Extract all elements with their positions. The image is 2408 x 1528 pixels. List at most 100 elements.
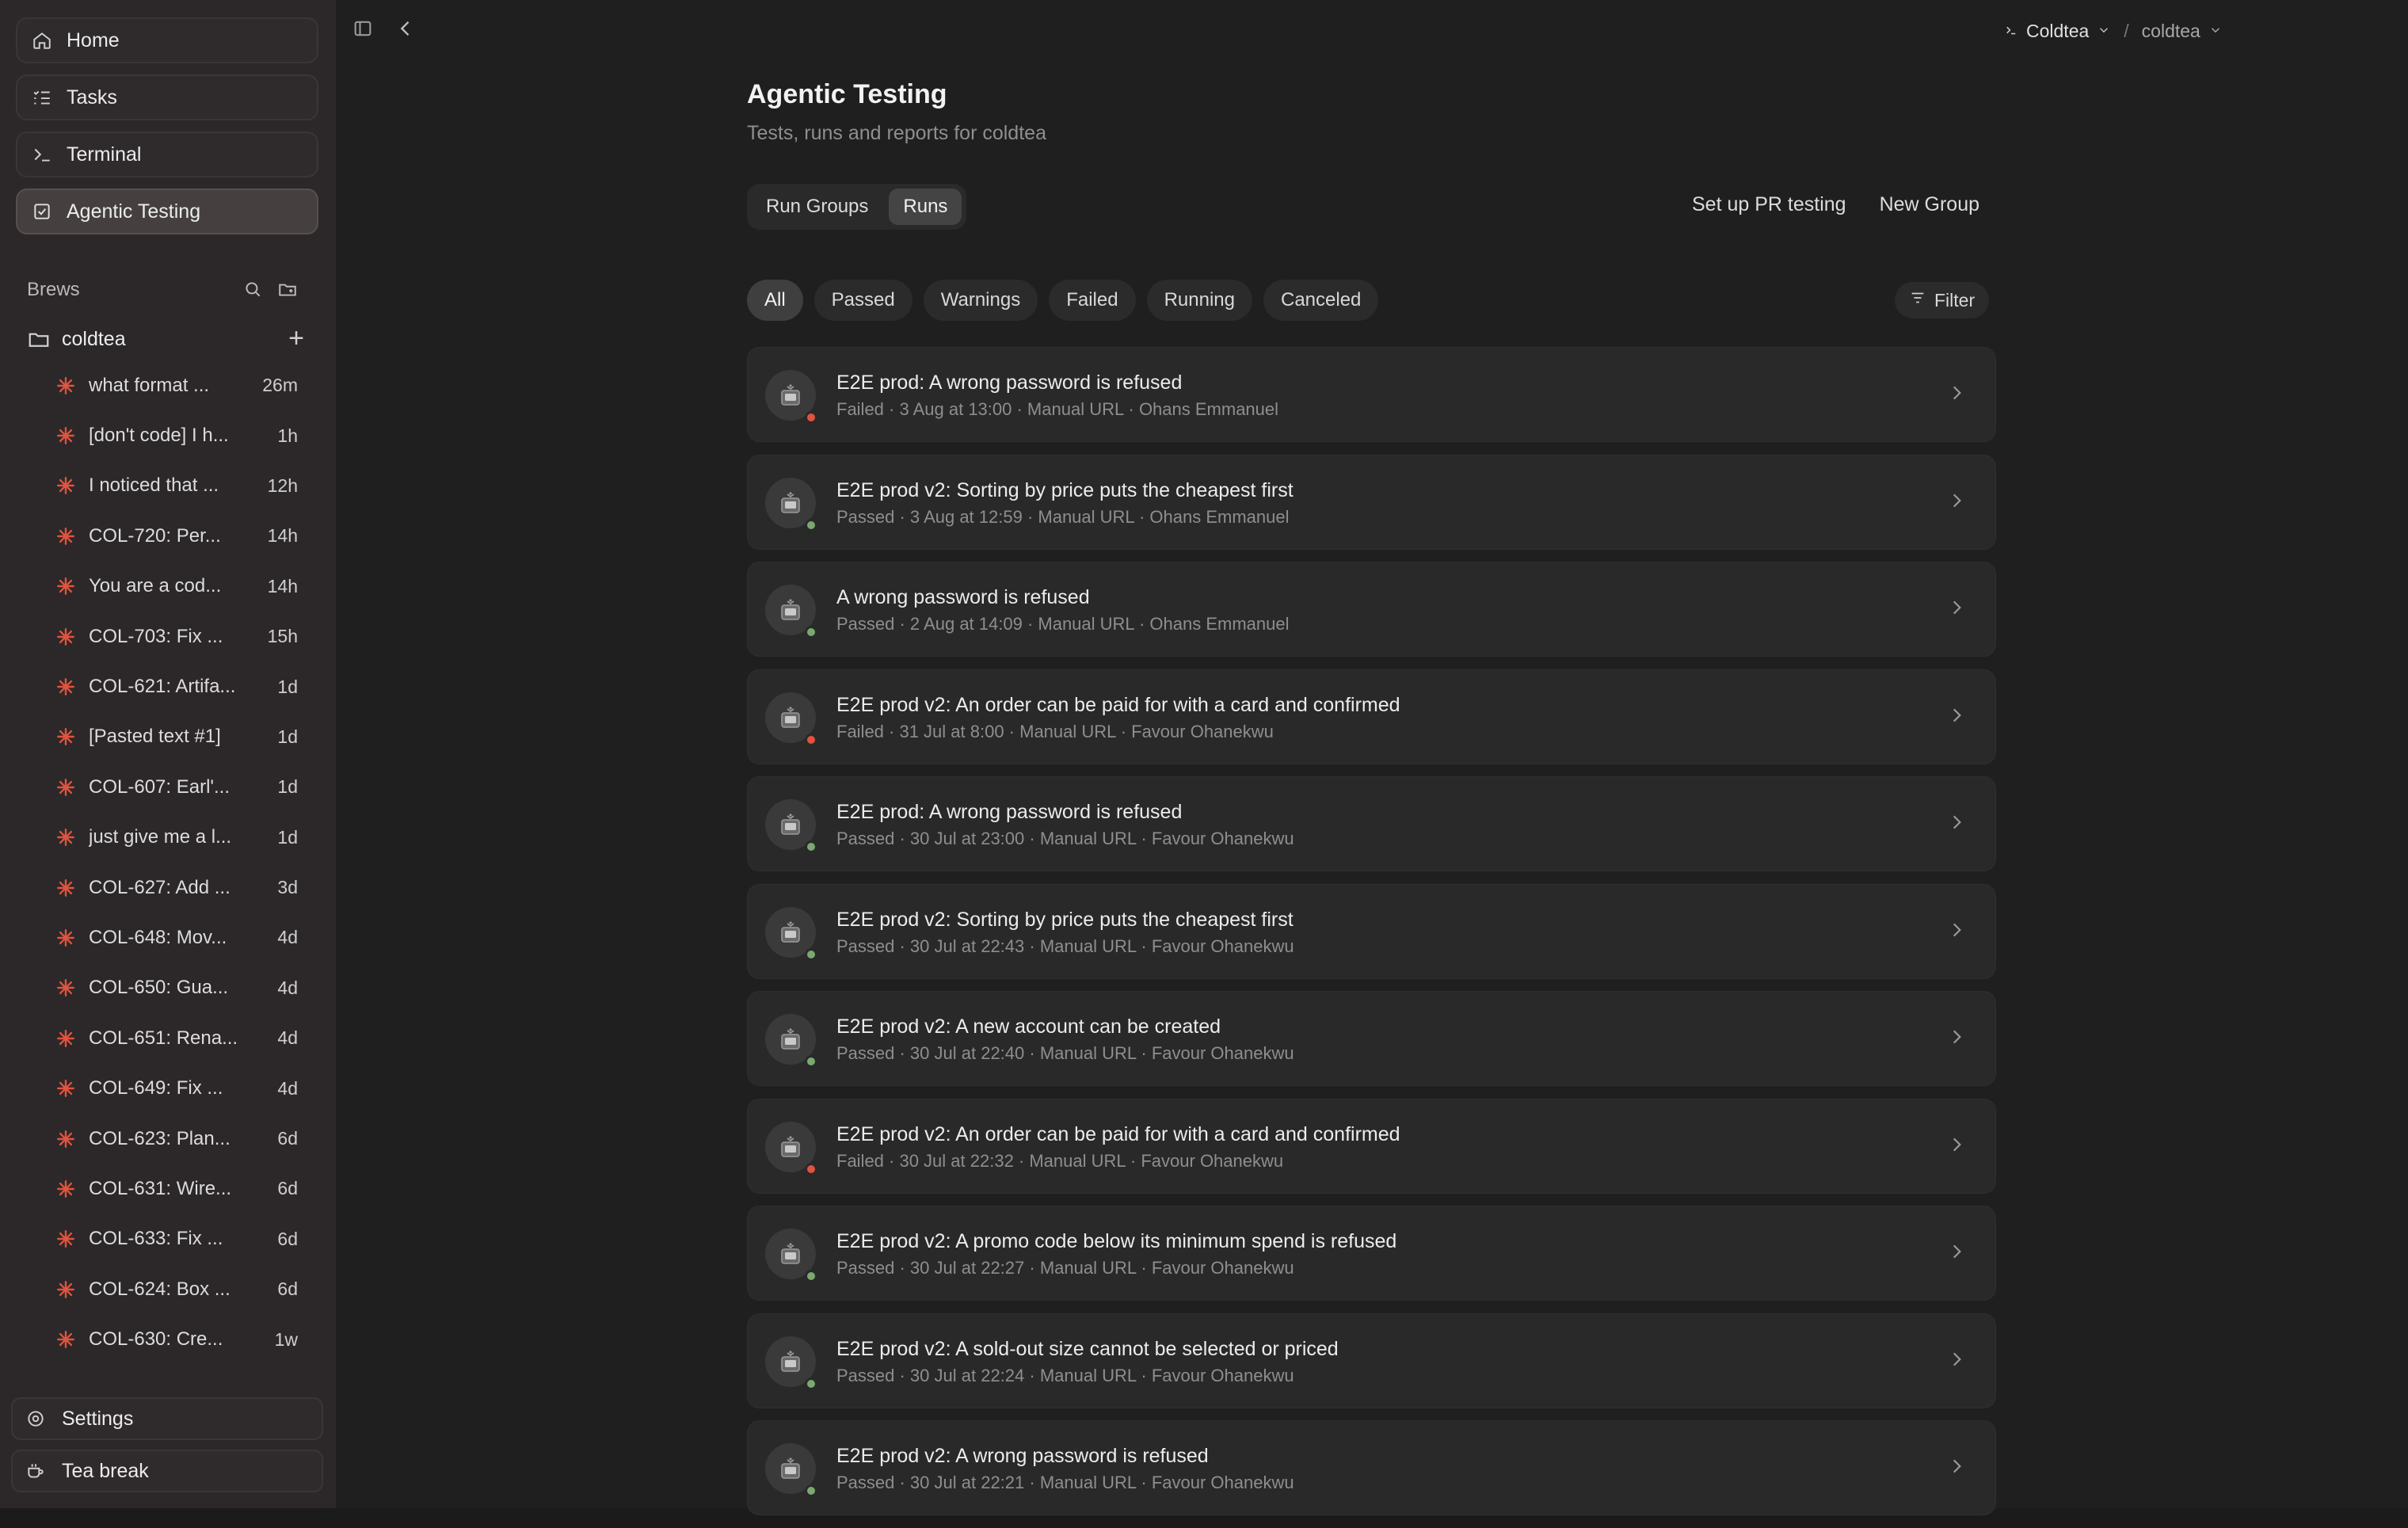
nav-home-label: Home (67, 29, 120, 51)
nav-home[interactable]: Home (16, 17, 318, 63)
spark-icon (55, 928, 76, 948)
run-row[interactable]: E2E prod: A wrong password is refused Pas… (747, 776, 1996, 871)
run-row[interactable]: E2E prod v2: A new account can be create… (747, 991, 1996, 1086)
page-title: Agentic Testing (747, 79, 947, 109)
brew-item[interactable]: just give me a l... 1d (0, 813, 336, 863)
run-meta: Passed · 3 Aug at 12:59 · Manual URL · O… (836, 506, 1290, 527)
run-title: E2E prod: A wrong password is refused (836, 372, 1183, 394)
segment-run-groups[interactable]: Run Groups (752, 189, 882, 225)
brew-age: 4d (277, 977, 298, 998)
chip-failed[interactable]: Failed (1049, 280, 1136, 321)
search-icon[interactable] (242, 279, 263, 303)
checkbox-icon (30, 200, 54, 223)
status-dot (805, 1270, 817, 1282)
tea-break-button[interactable]: Tea break (11, 1450, 323, 1492)
nav-terminal-label: Terminal (67, 143, 142, 166)
status-filter-chips: All Passed Warnings Failed Running Cance… (747, 280, 1379, 321)
brew-title: just give me a l... (89, 826, 232, 848)
run-row[interactable]: A wrong password is refused Passed · 2 Au… (747, 562, 1996, 657)
brew-item[interactable]: what format ... 26m (0, 360, 336, 410)
brew-item[interactable]: COL-623: Plan... 6d (0, 1114, 336, 1164)
brew-item[interactable]: COL-720: Per... 14h (0, 511, 336, 561)
chevron-down-icon[interactable] (2208, 21, 2223, 42)
segment-runs[interactable]: Runs (889, 189, 962, 225)
nav-agentic-testing[interactable]: Agentic Testing (16, 189, 318, 234)
run-row[interactable]: E2E prod: A wrong password is refused Fai… (747, 347, 1996, 442)
settings-label: Settings (62, 1407, 134, 1430)
run-meta: Failed · 30 Jul at 22:32 · Manual URL · … (836, 1150, 1284, 1171)
chevron-right-icon (1946, 490, 1967, 511)
chevron-right-icon (1946, 1349, 1967, 1370)
nav-terminal[interactable]: Terminal (16, 131, 318, 177)
run-meta: Passed · 30 Jul at 22:40 · Manual URL · … (836, 1043, 1294, 1063)
chevron-right-icon (1946, 920, 1967, 940)
brew-item[interactable]: COL-627: Add ... 3d (0, 863, 336, 913)
brew-age: 26m (262, 375, 298, 396)
filter-label: Filter (1934, 289, 1976, 311)
new-group-button[interactable]: New Group (1880, 193, 1979, 216)
filter-button[interactable]: Filter (1895, 282, 1990, 318)
spark-icon (55, 777, 76, 798)
run-row[interactable]: E2E prod v2: Sorting by price puts the c… (747, 454, 1996, 550)
brew-age: 1d (277, 776, 298, 798)
brew-title: I noticed that ... (89, 474, 219, 497)
brew-item[interactable]: COL-648: Mov... 4d (0, 913, 336, 962)
add-brew-button[interactable]: + (288, 325, 304, 352)
brew-item[interactable]: COL-631: Wire... 6d (0, 1164, 336, 1214)
brew-item[interactable]: COL-630: Cre... 1w (0, 1314, 336, 1364)
chip-running[interactable]: Running (1146, 280, 1252, 321)
new-folder-icon[interactable] (277, 279, 298, 303)
brew-item[interactable]: COL-703: Fix ... 15h (0, 612, 336, 661)
chevron-down-icon[interactable] (2097, 21, 2111, 42)
run-row[interactable]: E2E prod v2: An order can be paid for wi… (747, 1098, 1996, 1194)
brew-item[interactable]: COL-649: Fix ... 4d (0, 1063, 336, 1113)
brew-title: COL-703: Fix ... (89, 625, 223, 647)
brew-item[interactable]: COL-651: Rena... 4d (0, 1013, 336, 1063)
run-row[interactable]: E2E prod v2: A promo code below its mini… (747, 1206, 1996, 1301)
brew-title: COL-621: Artifa... (89, 676, 236, 698)
folder-row[interactable]: coldtea + (27, 323, 304, 355)
settings-button[interactable]: Settings (11, 1397, 323, 1440)
run-title: A wrong password is refused (836, 586, 1090, 608)
run-row[interactable]: E2E prod v2: Sorting by price puts the c… (747, 883, 1996, 979)
run-meta: Passed · 30 Jul at 22:24 · Manual URL · … (836, 1365, 1294, 1385)
brew-item[interactable]: COL-624: Box ... 6d (0, 1264, 336, 1314)
brew-age: 4d (277, 1077, 298, 1099)
chevron-right-icon (1946, 1027, 1967, 1047)
org-name[interactable]: Coldtea (2026, 21, 2089, 42)
brew-age: 1d (277, 826, 298, 848)
run-row[interactable]: E2E prod v2: A sold-out size cannot be s… (747, 1313, 1996, 1408)
brew-age: 6d (277, 1278, 298, 1300)
run-row[interactable]: E2E prod v2: An order can be paid for wi… (747, 669, 1996, 764)
brew-item[interactable]: COL-621: Artifa... 1d (0, 661, 336, 711)
sidebar-toggle-icon[interactable] (352, 17, 374, 44)
brew-item[interactable]: I noticed that ... 12h (0, 461, 336, 511)
brew-item[interactable]: [Pasted text #1] 1d (0, 712, 336, 762)
brew-item[interactable]: [don't code] I h... 1h (0, 410, 336, 460)
run-meta: Failed · 31 Jul at 8:00 · Manual URL · F… (836, 721, 1274, 741)
project-name[interactable]: coldtea (2142, 21, 2200, 42)
page-subtitle: Tests, runs and reports for coldtea (747, 122, 1046, 144)
brew-item[interactable]: COL-650: Gua... 4d (0, 963, 336, 1013)
nav-tasks[interactable]: Tasks (16, 74, 318, 120)
setup-pr-testing-button[interactable]: Set up PR testing (1692, 193, 1846, 216)
brew-title: COL-627: Add ... (89, 876, 231, 898)
spark-icon (55, 375, 76, 396)
brew-title: COL-649: Fix ... (89, 1077, 223, 1099)
status-dot (805, 1377, 817, 1390)
spark-icon (55, 726, 76, 747)
chip-all[interactable]: All (747, 280, 803, 321)
nav-agentic-testing-label: Agentic Testing (67, 200, 201, 223)
run-title: E2E prod v2: Sorting by price puts the c… (836, 908, 1294, 931)
brew-item[interactable]: COL-607: Earl'... 1d (0, 762, 336, 812)
brew-item[interactable]: You are a cod... 14h (0, 562, 336, 612)
chip-canceled[interactable]: Canceled (1263, 280, 1379, 321)
run-row[interactable]: E2E prod v2: A wrong password is refused… (747, 1420, 1996, 1515)
brew-age: 6d (277, 1178, 298, 1199)
back-chevron-icon[interactable] (394, 17, 417, 44)
brew-item[interactable]: COL-633: Fix ... 6d (0, 1214, 336, 1264)
chip-warnings[interactable]: Warnings (923, 280, 1038, 321)
brew-title: COL-633: Fix ... (89, 1228, 223, 1250)
chip-passed[interactable]: Passed (813, 280, 913, 321)
brew-title: COL-650: Gua... (89, 977, 229, 999)
